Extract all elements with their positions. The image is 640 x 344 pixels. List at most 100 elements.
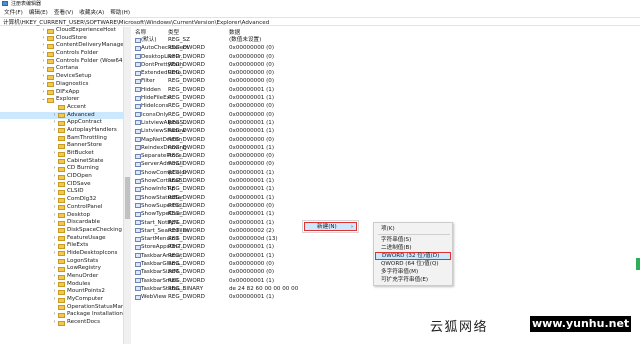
tree-item[interactable]: › RecentDocs: [0, 319, 123, 327]
expand-arrow-icon[interactable]: ›: [41, 81, 46, 89]
tree-scrollbar[interactable]: [123, 27, 131, 344]
value-row[interactable]: AutoCheckSelect REG_DWORD 0x00000000 (0): [131, 44, 640, 52]
tree-item[interactable]: › Modules: [0, 281, 123, 289]
expand-arrow-icon[interactable]: ›: [52, 273, 57, 281]
tree-item[interactable]: › FileExts: [0, 242, 123, 250]
tree-item[interactable]: › HideDesktopIcons: [0, 250, 123, 258]
value-row[interactable]: DontPrettyPath REG_DWORD 0x00000000 (0): [131, 61, 640, 69]
tree-item[interactable]: › CD Burning: [0, 165, 123, 173]
value-row[interactable]: HideFileExt REG_DWORD 0x00000001 (1): [131, 94, 640, 102]
expand-arrow-icon[interactable]: ⌄: [41, 96, 46, 104]
value-row[interactable]: ServerAdminUI REG_DWORD 0x00000000 (0): [131, 160, 640, 168]
value-row[interactable]: ListviewAlphaS... REG_DWORD 0x00000001 (1): [131, 119, 640, 127]
expand-arrow-icon[interactable]: ›: [52, 165, 57, 173]
tree-item[interactable]: › ControlPanel: [0, 204, 123, 212]
expand-arrow-icon[interactable]: ›: [41, 65, 46, 73]
value-row[interactable]: DesktopLivePr... REG_DWORD 0x00000000 (0): [131, 53, 640, 61]
value-row[interactable]: WebView REG_DWORD 0x00000001 (1): [131, 293, 640, 301]
value-row[interactable]: ShowTypeOver... REG_DWORD 0x00000001 (1): [131, 210, 640, 218]
expand-arrow-icon[interactable]: ›: [52, 188, 57, 196]
tree-item[interactable]: › Controls Folder: [0, 50, 123, 58]
expand-arrow-icon[interactable]: ›: [52, 288, 57, 296]
menu-edit[interactable]: 编辑(E): [29, 8, 48, 16]
expand-arrow-icon[interactable]: ›: [52, 296, 57, 304]
tree-item[interactable]: › Desktop: [0, 212, 123, 220]
menu-file[interactable]: 文件(F): [4, 8, 23, 16]
tree-item[interactable]: › MyComputer: [0, 296, 123, 304]
tree-item[interactable]: › DeviceSetup: [0, 73, 123, 81]
submenu-dword-value[interactable]: DWORD (32 位)值(D): [375, 252, 451, 260]
expand-arrow-icon[interactable]: ›: [41, 42, 46, 50]
expand-arrow-icon[interactable]: ›: [52, 150, 57, 158]
value-row[interactable]: ShowCompColor REG_DWORD 0x00000001 (1): [131, 169, 640, 177]
address-bar[interactable]: 计算机\HKEY_CURRENT_USER\SOFTWARE\Microsoft…: [0, 17, 640, 26]
expand-arrow-icon[interactable]: ›: [41, 58, 46, 66]
value-row[interactable]: Filter REG_DWORD 0x00000000 (0): [131, 77, 640, 85]
tree-item[interactable]: › Diagnostics: [0, 81, 123, 89]
expand-arrow-icon[interactable]: ›: [41, 27, 46, 35]
expand-arrow-icon[interactable]: ›: [52, 250, 57, 258]
tree-item[interactable]: OperationStatusManager: [0, 304, 123, 312]
tree-item[interactable]: › ContentDeliveryManager: [0, 42, 123, 50]
menu-favorites[interactable]: 收藏夹(A): [79, 8, 104, 16]
value-row[interactable]: ShowCortanaB... REG_DWORD 0x00000001 (1): [131, 177, 640, 185]
tree-item[interactable]: › CIDSave: [0, 181, 123, 189]
tree-item[interactable]: › BitBucket: [0, 150, 123, 158]
expand-arrow-icon[interactable]: ›: [52, 219, 57, 227]
expand-arrow-icon[interactable]: ›: [52, 242, 57, 250]
tree-item[interactable]: BamThrottling: [0, 135, 123, 143]
submenu-expandable-string-value[interactable]: 可扩充字符串值(E): [375, 276, 451, 284]
column-type[interactable]: 类型: [168, 28, 179, 36]
expand-arrow-icon[interactable]: ›: [52, 212, 57, 220]
tree-item[interactable]: › MenuOrder: [0, 273, 123, 281]
tree-item[interactable]: LogonStats: [0, 258, 123, 266]
submenu-multi-string-value[interactable]: 多字符串值(M): [375, 268, 451, 276]
value-row[interactable]: ShowInfoTip REG_DWORD 0x00000001 (1): [131, 185, 640, 193]
expand-arrow-icon[interactable]: ›: [52, 173, 57, 181]
value-row[interactable]: MapNetDrvBtn REG_DWORD 0x00000000 (0): [131, 136, 640, 144]
tree-item[interactable]: › AppContract: [0, 119, 123, 127]
value-row[interactable]: ShowSuperHid... REG_DWORD 0x00000000 (0): [131, 202, 640, 210]
value-row[interactable]: ExtendedUIHo... REG_DWORD 0x00000000 (0): [131, 69, 640, 77]
expand-arrow-icon[interactable]: ›: [41, 89, 46, 97]
value-row[interactable]: ReindexDrawing REG_DWORD 0x00000001 (1): [131, 144, 640, 152]
expand-arrow-icon[interactable]: ›: [52, 127, 57, 135]
tree-item[interactable]: DiskSpaceChecking: [0, 227, 123, 235]
submenu-qword-value[interactable]: QWORD (64 位)值(Q): [375, 260, 451, 268]
expand-arrow-icon[interactable]: ›: [52, 112, 57, 120]
expand-arrow-icon[interactable]: ›: [41, 73, 46, 81]
value-row[interactable]: SeparateProce... REG_DWORD 0x00000000 (0): [131, 152, 640, 160]
value-row[interactable]: Hidden REG_DWORD 0x00000001 (1): [131, 86, 640, 94]
expand-arrow-icon[interactable]: ›: [52, 204, 57, 212]
tree-item[interactable]: › FeatureUsage: [0, 235, 123, 243]
tree-item[interactable]: › Discardable: [0, 219, 123, 227]
menu-view[interactable]: 查看(V): [54, 8, 73, 16]
tree-item[interactable]: › Advanced: [0, 111, 123, 120]
expand-arrow-icon[interactable]: ›: [52, 319, 57, 327]
value-row[interactable]: HideIcons REG_DWORD 0x00000000 (0): [131, 102, 640, 110]
tree-item[interactable]: › CIDOpen: [0, 173, 123, 181]
submenu-key[interactable]: 项(K): [375, 225, 451, 233]
tree-item[interactable]: › MountPoints2: [0, 288, 123, 296]
value-row[interactable]: ListviewShadow REG_DWORD 0x00000001 (1): [131, 127, 640, 135]
tree-item[interactable]: › CloudStore: [0, 35, 123, 43]
expand-arrow-icon[interactable]: ›: [52, 196, 57, 204]
column-data[interactable]: 数据: [229, 28, 240, 36]
menu-help[interactable]: 帮助(H): [110, 8, 130, 16]
tree-item[interactable]: › LowRegistry: [0, 265, 123, 273]
tree-item[interactable]: › Controls Folder (Wow64): [0, 58, 123, 66]
expand-arrow-icon[interactable]: ›: [52, 181, 57, 189]
expand-arrow-icon[interactable]: ›: [41, 50, 46, 58]
expand-arrow-icon[interactable]: ›: [41, 35, 46, 43]
tree-item[interactable]: BannerStore: [0, 142, 123, 150]
tree-item[interactable]: ⌄ Explorer: [0, 96, 123, 104]
tree-item[interactable]: › DIFxApp: [0, 89, 123, 97]
value-row[interactable]: (默认) REG_SZ (数值未设置): [131, 36, 640, 44]
submenu-binary-value[interactable]: 二进制值(B): [375, 244, 451, 252]
expand-arrow-icon[interactable]: ›: [52, 281, 57, 289]
value-row[interactable]: IconsOnly REG_DWORD 0x00000000 (0): [131, 111, 640, 119]
tree-item[interactable]: › ComDlg32: [0, 196, 123, 204]
column-name[interactable]: 名称: [135, 28, 146, 36]
value-row[interactable]: ShowStatusBar REG_DWORD 0x00000001 (1): [131, 194, 640, 202]
expand-arrow-icon[interactable]: ›: [52, 265, 57, 273]
